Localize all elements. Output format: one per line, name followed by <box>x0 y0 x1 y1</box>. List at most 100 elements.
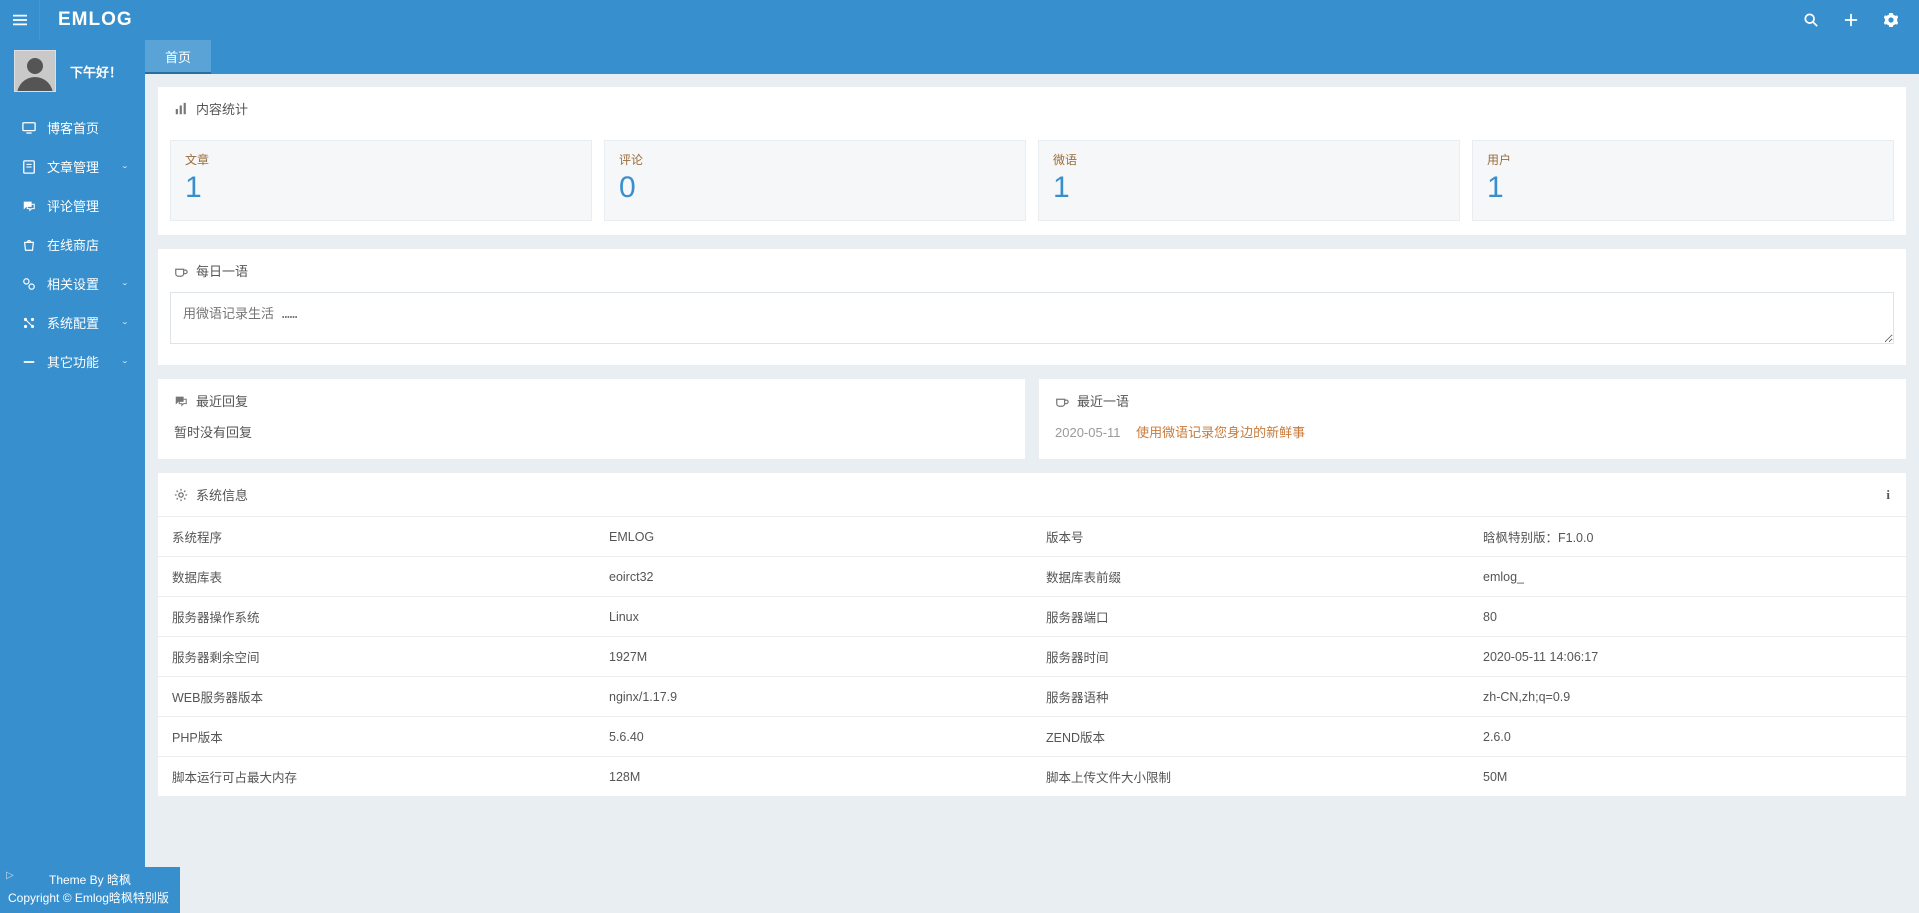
chevron-down-icon: ⌄ <box>121 280 129 288</box>
stat-card[interactable]: 文章1 <box>170 140 592 221</box>
sidebar-item-home[interactable]: 博客首页 <box>0 108 145 147</box>
cell-key: 服务器剩余空间 <box>158 637 595 677</box>
cell-key: ZEND版本 <box>1032 717 1469 757</box>
gear-icon <box>174 488 188 502</box>
cell-key: 脚本上传文件大小限制 <box>1032 757 1469 797</box>
chevron-down-icon: ⌄ <box>121 319 129 327</box>
add-button[interactable] <box>1831 0 1871 40</box>
sidebar-item-label: 相关设置 <box>47 274 99 293</box>
cell-key: 系统程序 <box>158 517 595 557</box>
recent-date: 2020-05-11 <box>1055 425 1121 440</box>
caret-right-icon: ▷ <box>6 868 14 883</box>
search-button[interactable] <box>1791 0 1831 40</box>
cell-val: 128M <box>595 757 1032 797</box>
recent-text: 使用微语记录您身边的新鲜事 <box>1136 425 1305 440</box>
system-table: 系统程序EMLOG版本号晗枫特别版：F1.0.0数据库表eoirct32数据库表… <box>158 516 1906 796</box>
comments-icon <box>21 198 37 214</box>
cell-key: 版本号 <box>1032 517 1469 557</box>
sliders-icon <box>21 315 37 331</box>
cell-val: 1927M <box>595 637 1032 677</box>
table-row: WEB服务器版本nginx/1.17.9服务器语种zh-CN,zh;q=0.9 <box>158 677 1906 717</box>
cell-key: 脚本运行可占最大内存 <box>158 757 595 797</box>
chevron-down-icon: ⌄ <box>121 358 129 366</box>
gear-icon <box>1884 13 1898 27</box>
sidebar-item-system[interactable]: 系统配置 ⌄ <box>0 303 145 342</box>
sidebar-item-label: 文章管理 <box>47 157 99 176</box>
coffee-icon <box>174 264 188 278</box>
panel-stats: 内容统计 文章1 评论 0 微语1 用户 1 <box>157 86 1907 236</box>
sidebar-item-store[interactable]: 在线商店 <box>0 225 145 264</box>
coffee-icon <box>1055 394 1069 408</box>
daily-input[interactable] <box>170 292 1894 344</box>
stat-value: 1 <box>185 170 577 206</box>
table-row: 服务器剩余空间1927M服务器时间2020-05-11 14:06:17 <box>158 637 1906 677</box>
menu-toggle[interactable] <box>0 0 40 40</box>
footer: ▷ Theme By 晗枫 Copyright © Emlog晗枫特别版 <box>0 867 180 913</box>
table-row: 数据库表eoirct32数据库表前缀emlog_ <box>158 557 1906 597</box>
panel-title: 系统信息 <box>196 485 248 504</box>
panel-title: 最近回复 <box>196 391 248 410</box>
replies-empty: 暂时没有回复 <box>158 422 1025 459</box>
cell-val: 5.6.40 <box>595 717 1032 757</box>
bag-icon <box>21 237 37 253</box>
comments-icon <box>174 394 188 408</box>
cell-key: 数据库表前缀 <box>1032 557 1469 597</box>
plus-icon <box>1844 13 1858 27</box>
sidebar-item-label: 系统配置 <box>47 313 99 332</box>
tab-home[interactable]: 首页 <box>145 40 211 74</box>
monitor-icon <box>21 120 37 136</box>
hamburger-icon <box>13 13 27 27</box>
stat-card[interactable]: 用户 1 <box>1472 140 1894 221</box>
table-row: PHP版本5.6.40ZEND版本2.6.0 <box>158 717 1906 757</box>
panel-replies: 最近回复 暂时没有回复 <box>157 378 1026 460</box>
theme-by: Theme By 晗枫 <box>6 871 174 889</box>
stat-label: 评论 <box>619 151 1011 168</box>
cell-val: zh-CN,zh;q=0.9 <box>1469 677 1906 717</box>
stat-label: 用户 <box>1487 151 1879 168</box>
cell-val: 晗枫特别版：F1.0.0 <box>1469 517 1906 557</box>
cell-val: 2020-05-11 14:06:17 <box>1469 637 1906 677</box>
user-block: 下午好！ <box>0 40 145 104</box>
sidebar-item-label: 博客首页 <box>47 118 99 137</box>
cell-key: 服务器语种 <box>1032 677 1469 717</box>
cell-val: nginx/1.17.9 <box>595 677 1032 717</box>
cell-val: 2.6.0 <box>1469 717 1906 757</box>
sidebar: 下午好！ 博客首页 文章管理 ⌄ 评论管理 在线商店 相关设置 ⌄ 系统配置 ⌄ <box>0 40 145 913</box>
cell-key: 服务器端口 <box>1032 597 1469 637</box>
brand: EMLOG <box>40 9 151 31</box>
sidebar-item-articles[interactable]: 文章管理 ⌄ <box>0 147 145 186</box>
cell-val: emlog_ <box>1469 557 1906 597</box>
panel-daily: 每日一语 <box>157 248 1907 366</box>
sidebar-item-related[interactable]: 相关设置 ⌄ <box>0 264 145 303</box>
panel-recent: 最近一语 2020-05-11 使用微语记录您身边的新鲜事 <box>1038 378 1907 460</box>
stat-card[interactable]: 微语1 <box>1038 140 1460 221</box>
side-nav: 博客首页 文章管理 ⌄ 评论管理 在线商店 相关设置 ⌄ 系统配置 ⌄ 其它功能 <box>0 108 145 381</box>
cell-key: 服务器操作系统 <box>158 597 595 637</box>
tabs: 首页 <box>145 40 1919 74</box>
navbar: EMLOG <box>0 0 1919 40</box>
sidebar-item-comments[interactable]: 评论管理 <box>0 186 145 225</box>
cell-val: 80 <box>1469 597 1906 637</box>
stat-value: 0 <box>619 170 1011 206</box>
sidebar-item-other[interactable]: 其它功能 ⌄ <box>0 342 145 381</box>
sidebar-item-label: 其它功能 <box>47 352 99 371</box>
copyright: Copyright © Emlog晗枫特别版 <box>6 889 174 907</box>
table-row: 服务器操作系统Linux服务器端口80 <box>158 597 1906 637</box>
panel-title: 内容统计 <box>196 99 248 118</box>
main: 首页 内容统计 文章1 评论 0 微语1 用户 1 每日一语 最近回复 <box>145 40 1919 913</box>
info-button[interactable]: i <box>1886 487 1890 503</box>
settings-button[interactable] <box>1871 0 1911 40</box>
panel-system: 系统信息 i 系统程序EMLOG版本号晗枫特别版：F1.0.0数据库表eoirc… <box>157 472 1907 797</box>
stat-card[interactable]: 评论 0 <box>604 140 1026 221</box>
stat-value: 1 <box>1053 170 1445 206</box>
document-icon <box>21 159 37 175</box>
sidebar-item-label: 在线商店 <box>47 235 99 254</box>
stat-value: 1 <box>1487 170 1879 206</box>
cell-val: EMLOG <box>595 517 1032 557</box>
table-row: 脚本运行可占最大内存128M脚本上传文件大小限制50M <box>158 757 1906 797</box>
search-icon <box>1804 13 1818 27</box>
recent-item[interactable]: 2020-05-11 使用微语记录您身边的新鲜事 <box>1039 422 1906 459</box>
cell-val: 50M <box>1469 757 1906 797</box>
cell-key: 服务器时间 <box>1032 637 1469 677</box>
avatar[interactable] <box>14 50 56 92</box>
